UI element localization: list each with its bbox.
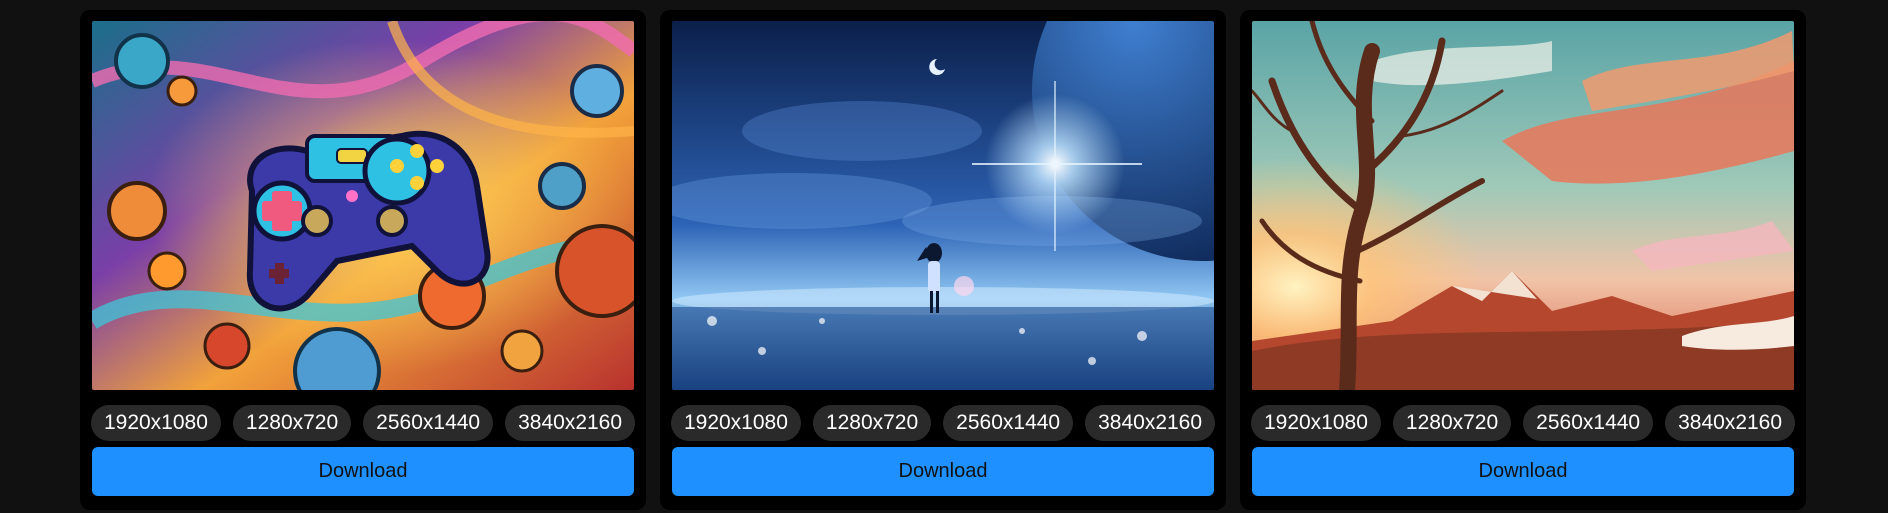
resolution-option-1920x1080[interactable]: 1920x1080	[90, 405, 221, 441]
resolution-option-2560x1440[interactable]: 2560x1440	[363, 405, 494, 441]
wallpaper-thumbnail[interactable]	[1252, 21, 1794, 390]
resolution-option-2560x1440[interactable]: 2560x1440	[943, 405, 1074, 441]
download-button[interactable]: Download	[1252, 447, 1794, 496]
resolution-option-1920x1080[interactable]: 1920x1080	[670, 405, 801, 441]
wallpaper-card: 1920x1080 1280x720 2560x1440 3840x2160 D…	[80, 10, 646, 510]
resolution-option-1280x720[interactable]: 1280x720	[812, 405, 932, 441]
resolution-options: 1920x1080 1280x720 2560x1440 3840x2160	[1250, 405, 1796, 441]
download-button[interactable]: Download	[92, 447, 634, 496]
wallpaper-grid: 1920x1080 1280x720 2560x1440 3840x2160 D…	[80, 10, 1808, 510]
resolution-option-3840x2160[interactable]: 3840x2160	[1085, 405, 1216, 441]
sunset-tree-illustration	[1252, 21, 1794, 390]
resolution-option-1280x720[interactable]: 1280x720	[232, 405, 352, 441]
wallpaper-card: 1920x1080 1280x720 2560x1440 3840x2160 D…	[660, 10, 1226, 510]
resolution-option-1920x1080[interactable]: 1920x1080	[1250, 405, 1381, 441]
resolution-options: 1920x1080 1280x720 2560x1440 3840x2160	[90, 405, 636, 441]
wallpaper-thumbnail[interactable]	[92, 21, 634, 390]
resolution-options: 1920x1080 1280x720 2560x1440 3840x2160	[670, 405, 1216, 441]
resolution-option-3840x2160[interactable]: 3840x2160	[1665, 405, 1796, 441]
resolution-option-3840x2160[interactable]: 3840x2160	[505, 405, 636, 441]
wallpaper-thumbnail[interactable]	[672, 21, 1214, 390]
game-controller-illustration	[92, 21, 634, 390]
starry-sky-illustration	[672, 21, 1214, 390]
resolution-option-1280x720[interactable]: 1280x720	[1392, 405, 1512, 441]
download-button[interactable]: Download	[672, 447, 1214, 496]
wallpaper-card: 1920x1080 1280x720 2560x1440 3840x2160 D…	[1240, 10, 1806, 510]
resolution-option-2560x1440[interactable]: 2560x1440	[1523, 405, 1654, 441]
